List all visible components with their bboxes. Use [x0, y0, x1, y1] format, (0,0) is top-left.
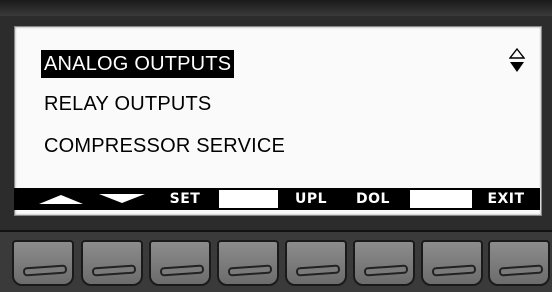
softkey-upl[interactable]: UPL: [282, 190, 340, 208]
softkey-set[interactable]: SET: [155, 190, 215, 208]
hardkey-8[interactable]: [488, 240, 550, 286]
hardkey-3[interactable]: [149, 240, 211, 286]
up-down-arrows-icon: [509, 47, 525, 72]
down-arrow-icon: [99, 194, 145, 203]
hardkey-6[interactable]: [353, 240, 415, 286]
bezel-top-edge: [0, 0, 552, 16]
hardkey-5[interactable]: [285, 240, 347, 286]
key-groove: [431, 264, 477, 277]
key-groove: [363, 264, 409, 277]
softkey-down[interactable]: [93, 190, 151, 208]
key-groove: [498, 264, 544, 277]
softkey-dol[interactable]: DOL: [344, 190, 402, 208]
hardkey-4[interactable]: [217, 240, 279, 286]
key-groove: [22, 264, 68, 277]
softkey-blank-4[interactable]: [219, 190, 278, 208]
softkey-up[interactable]: [33, 190, 89, 208]
key-groove: [227, 264, 273, 277]
softkey-blank-7[interactable]: [410, 190, 472, 208]
hardkey-2[interactable]: [81, 240, 143, 286]
key-groove: [295, 264, 341, 277]
menu-item-relay-outputs[interactable]: RELAY OUTPUTS: [41, 90, 214, 118]
softkey-exit[interactable]: EXIT: [476, 190, 536, 208]
key-groove: [91, 264, 137, 277]
menu-item-analog-outputs[interactable]: ANALOG OUTPUTS: [41, 50, 235, 78]
up-arrow-icon: [39, 195, 83, 204]
menu-item-compressor-service[interactable]: COMPRESSOR SERVICE: [41, 132, 288, 160]
key-groove: [159, 264, 205, 277]
hardkey-1[interactable]: [12, 240, 74, 286]
hardkey-7[interactable]: [421, 240, 483, 286]
